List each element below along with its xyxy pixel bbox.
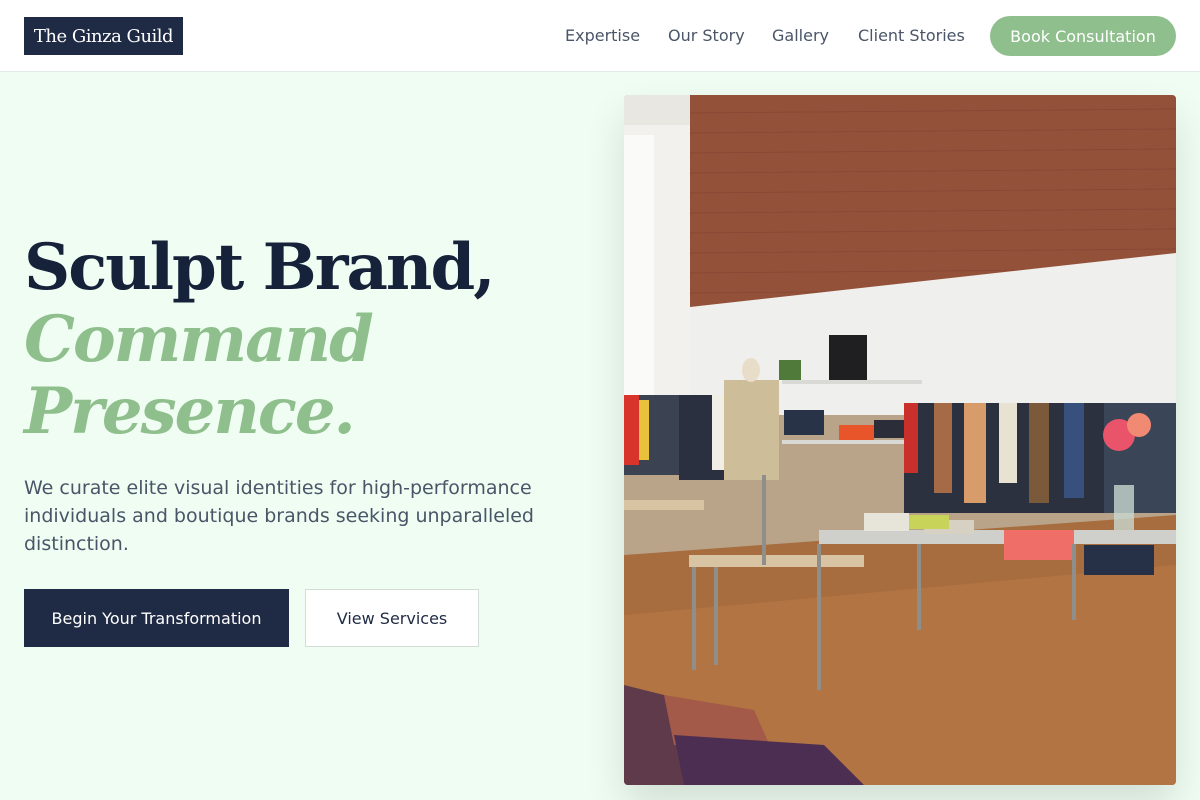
begin-transformation-button[interactable]: Begin Your Transformation <box>24 589 289 647</box>
view-services-button[interactable]: View Services <box>305 589 479 647</box>
nav-link-client-stories[interactable]: Client Stories <box>858 26 965 45</box>
site-header: The Ginza Guild Expertise Our Story Gall… <box>0 0 1200 72</box>
nav-link-our-story[interactable]: Our Story <box>668 26 745 45</box>
hero-store-image <box>624 95 1176 785</box>
book-consultation-button[interactable]: Book Consultation <box>990 16 1176 56</box>
hero-title: Sculpt Brand, Command Presence. <box>24 232 584 448</box>
hero-subtitle: We curate elite visual identities for hi… <box>24 477 534 555</box>
hero-title-line-1: Sculpt Brand, <box>24 230 495 305</box>
hero-title-line-3: Presence. <box>24 374 356 449</box>
brand-logo[interactable]: The Ginza Guild <box>24 17 183 55</box>
nav-link-expertise[interactable]: Expertise <box>565 26 640 45</box>
hero-title-line-2: Command <box>24 302 374 377</box>
nav-link-gallery[interactable]: Gallery <box>772 26 829 45</box>
